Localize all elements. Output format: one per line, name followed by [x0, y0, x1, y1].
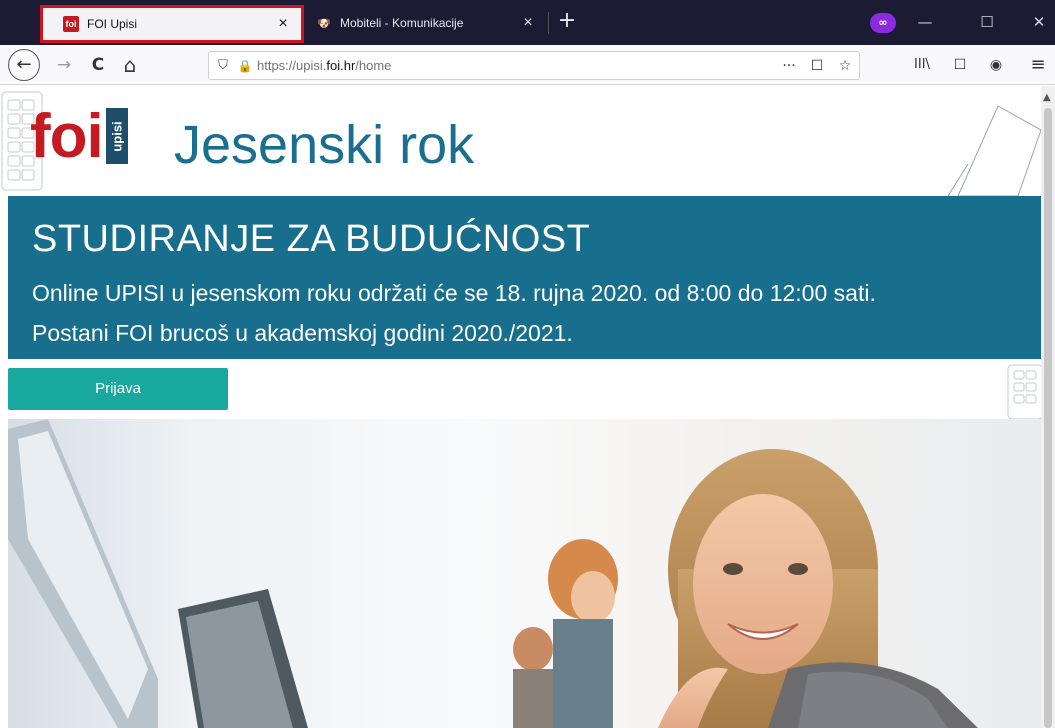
- private-browsing-icon: ∞: [870, 13, 896, 33]
- scrollbar-thumb[interactable]: [1044, 108, 1052, 728]
- banner-text-line-1: Online UPISI u jesenskom roku održati će…: [32, 280, 876, 306]
- tab-title: FOI Upisi: [87, 17, 138, 31]
- url-path: /home: [355, 58, 392, 73]
- tracking-shield-icon[interactable]: ⛉: [209, 58, 237, 73]
- url-prefix: https://upisi.: [257, 58, 327, 73]
- home-button[interactable]: ⌂: [116, 51, 144, 79]
- library-icon[interactable]: III\: [908, 51, 936, 79]
- banner-heading: STUDIRANJE ZA BUDUĆNOST: [32, 218, 591, 260]
- sidebar-icon[interactable]: ☐: [946, 51, 974, 79]
- lock-icon[interactable]: 🔒: [237, 59, 253, 73]
- url-domain: foi.hr: [326, 58, 356, 73]
- student-photo-illustration: [8, 419, 978, 728]
- logo-upisi-badge: upisi: [105, 108, 128, 164]
- close-tab-icon[interactable]: ×: [271, 15, 295, 33]
- apply-button[interactable]: Prijava: [8, 368, 228, 410]
- hero-photo: [8, 419, 1044, 728]
- tab-mobiteli[interactable]: 🐶 Mobiteli - Komunikacije ×: [306, 6, 548, 40]
- maximize-button[interactable]: ☐: [972, 10, 1002, 34]
- foi-upisi-logo[interactable]: foi upisi: [30, 106, 128, 168]
- page-title: Jesenski rok: [174, 115, 475, 175]
- page-scrollbar[interactable]: ▲: [1041, 86, 1055, 728]
- foi-favicon-icon: foi: [63, 16, 79, 32]
- dog-favicon-icon: 🐶: [317, 17, 331, 30]
- pocket-icon[interactable]: ☐: [803, 58, 831, 74]
- tab-title: Mobiteli - Komunikacije: [340, 16, 464, 30]
- logo-foi-text: foi: [30, 102, 104, 171]
- url-text[interactable]: https://upisi.foi.hr/home: [257, 58, 775, 73]
- close-window-button[interactable]: ✕: [1024, 10, 1054, 34]
- bookmark-star-icon[interactable]: ☆: [831, 58, 859, 74]
- close-tab-icon[interactable]: ×: [516, 14, 540, 32]
- url-bar[interactable]: ⛉ 🔒 https://upisi.foi.hr/home ··· ☐ ☆: [208, 51, 860, 80]
- tab-bar: foi FOI Upisi × 🐶 Mobiteli - Komunikacij…: [0, 0, 1055, 45]
- page-content: foi upisi Jesenski rok STUDIRANJE ZA BUD…: [0, 86, 1055, 728]
- keyboard-doodle-icon: [1007, 364, 1043, 419]
- apply-section: Prijava: [8, 359, 1044, 419]
- navigation-toolbar: ← → C ⌂ ⛉ 🔒 https://upisi.foi.hr/home ··…: [0, 45, 1055, 85]
- scroll-up-icon[interactable]: ▲: [1043, 92, 1051, 103]
- new-tab-button[interactable]: +: [556, 10, 578, 34]
- account-icon[interactable]: ◉: [982, 51, 1010, 79]
- tab-foi-upisi[interactable]: foi FOI Upisi ×: [40, 5, 304, 43]
- forward-button[interactable]: →: [50, 51, 78, 79]
- page-actions-icon[interactable]: ···: [775, 58, 803, 74]
- tab-separator: [548, 12, 549, 34]
- menu-icon[interactable]: ≡: [1024, 51, 1052, 79]
- page-header: foi upisi Jesenski rok: [1, 86, 1041, 196]
- reload-button[interactable]: C: [84, 51, 112, 79]
- laptop-doodle-icon: [947, 105, 1041, 196]
- back-button[interactable]: ←: [8, 49, 40, 81]
- hero-banner: STUDIRANJE ZA BUDUĆNOST Online UPISI u j…: [8, 196, 1044, 359]
- banner-text-line-2: Postani FOI brucoš u akademskoj godini 2…: [32, 320, 573, 346]
- minimize-button[interactable]: —: [910, 10, 940, 34]
- logo-upisi-text: upisi: [109, 120, 125, 152]
